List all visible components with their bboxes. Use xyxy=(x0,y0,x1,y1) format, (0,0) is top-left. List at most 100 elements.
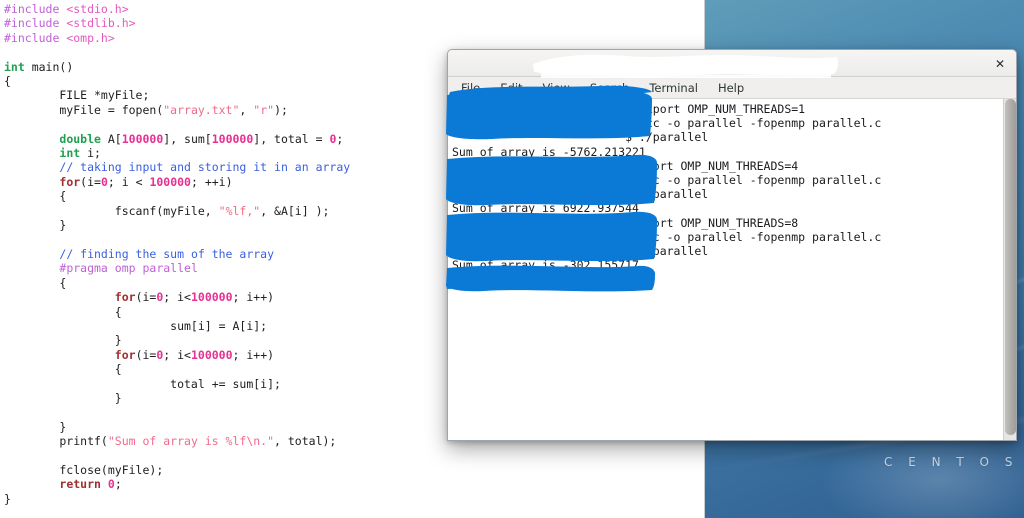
code-token: ; i < xyxy=(107,174,150,189)
code-token: #pragma omp parallel xyxy=(59,261,198,276)
terminal-output-text: $ export OMP_NUM_THREADS=1 $ gcc -o para… xyxy=(452,102,882,287)
code-token: , xyxy=(239,102,254,117)
code-token: "r" xyxy=(253,102,275,117)
code-token: ], total = xyxy=(253,131,330,146)
code-token: A[ xyxy=(100,131,122,146)
code-token: for xyxy=(114,347,136,362)
code-token: 100000 xyxy=(149,174,191,189)
code-line: { xyxy=(4,362,350,376)
code-token: 100000 xyxy=(121,131,164,146)
code-line: sum[i] = A[i]; xyxy=(4,319,350,333)
code-token: // taking input and storing it in an arr… xyxy=(59,160,351,175)
code-token: #include xyxy=(4,30,67,45)
code-line: fscanf(myFile, "%lf,", &A[i] ); xyxy=(4,204,350,218)
code-line: } xyxy=(4,420,350,434)
code-token: ; i++) xyxy=(232,347,275,362)
code-token: #include xyxy=(4,2,67,16)
close-icon[interactable]: ✕ xyxy=(989,53,1011,74)
code-token: (i= xyxy=(135,290,157,305)
code-line: int i; xyxy=(4,146,350,160)
menu-item-file[interactable]: File xyxy=(458,80,483,96)
menu-item-edit[interactable]: Edit xyxy=(497,80,525,96)
terminal-menubar[interactable]: File Edit View Search Terminal Help xyxy=(448,77,1016,99)
code-token: "%lf," xyxy=(218,203,261,218)
centos-watermark: C E N T O S xyxy=(884,455,1019,469)
code-token: } xyxy=(4,419,67,434)
code-token: { xyxy=(4,304,122,319)
code-token: 100000 xyxy=(190,290,233,305)
code-line: // taking input and storing it in an arr… xyxy=(4,160,350,174)
code-token: 100000 xyxy=(211,131,254,146)
code-token: // finding the sum of the array xyxy=(59,246,275,261)
code-line: } xyxy=(4,391,350,405)
code-token: , &A[i] ); xyxy=(260,203,330,218)
code-token: #include xyxy=(4,16,67,31)
code-token: total += sum[i]; xyxy=(4,376,281,391)
code-token: 0 xyxy=(107,477,115,492)
code-token: , total); xyxy=(274,434,337,449)
title-redaction-mark xyxy=(533,54,838,78)
terminal-titlebar[interactable]: ✕ xyxy=(448,50,1016,78)
code-token: "Sum of array is %lf\n." xyxy=(107,434,275,449)
menu-item-view[interactable]: View xyxy=(540,80,573,96)
code-token: ; xyxy=(336,131,344,146)
code-token: } xyxy=(4,333,122,348)
menu-item-terminal[interactable]: Terminal xyxy=(646,80,701,96)
code-token: printf( xyxy=(4,434,108,449)
code-token: FILE *myFile; xyxy=(4,88,150,103)
code-token: 100000 xyxy=(190,347,233,362)
terminal-scrollbar-thumb[interactable] xyxy=(1005,99,1016,435)
terminal-output-area[interactable]: $ export OMP_NUM_THREADS=1 $ gcc -o para… xyxy=(448,99,1016,440)
code-token: <stdlib.h> xyxy=(66,16,136,31)
desktop-screen: C E N T O S #include <stdio.h> #include <… xyxy=(0,0,1024,518)
code-token: ; i< xyxy=(163,347,191,362)
code-token: (i= xyxy=(135,347,157,362)
code-line: } xyxy=(4,492,350,506)
code-line: } xyxy=(4,333,350,347)
code-token: <omp.h> xyxy=(66,30,115,45)
code-line: { xyxy=(4,305,350,319)
code-line: { xyxy=(4,276,350,290)
code-token: for xyxy=(114,290,136,305)
code-line: { xyxy=(4,74,350,88)
code-line: myFile = fopen("array.txt", "r"); xyxy=(4,103,350,117)
terminal-scrollbar[interactable] xyxy=(1003,99,1016,440)
code-line: } xyxy=(4,218,350,232)
c-source-code: #include <stdio.h> #include <stdlib.h> #in… xyxy=(4,2,350,506)
code-token: ], sum[ xyxy=(163,131,212,146)
code-line: for(i=0; i < 100000; ++i) xyxy=(4,175,350,189)
code-token: i; xyxy=(80,146,101,161)
code-line: FILE *myFile; xyxy=(4,88,350,102)
code-line: total += sum[i]; xyxy=(4,377,350,391)
menu-item-search[interactable]: Search xyxy=(587,80,633,96)
code-token: } xyxy=(4,218,67,233)
code-line: #include <stdio.h> xyxy=(4,2,350,16)
terminal-window[interactable]: ✕ File Edit View Search Terminal Help $ … xyxy=(447,49,1017,441)
code-token: int xyxy=(4,59,25,74)
code-token: double xyxy=(59,131,101,146)
code-token: } xyxy=(4,390,122,405)
code-token: fscanf(myFile, xyxy=(4,203,219,218)
code-line: { xyxy=(4,189,350,203)
code-token: { xyxy=(4,74,11,89)
code-token: ; ++i) xyxy=(190,174,233,189)
code-token: ; xyxy=(114,477,122,492)
code-token: "array.txt" xyxy=(163,102,240,117)
menu-item-help[interactable]: Help xyxy=(715,80,747,96)
code-line: for(i=0; i<100000; i++) xyxy=(4,348,350,362)
code-line: // finding the sum of the array xyxy=(4,247,350,261)
code-token: ; i++) xyxy=(232,290,275,305)
code-line: #include <omp.h> xyxy=(4,31,350,45)
code-token: ; i< xyxy=(163,290,191,305)
